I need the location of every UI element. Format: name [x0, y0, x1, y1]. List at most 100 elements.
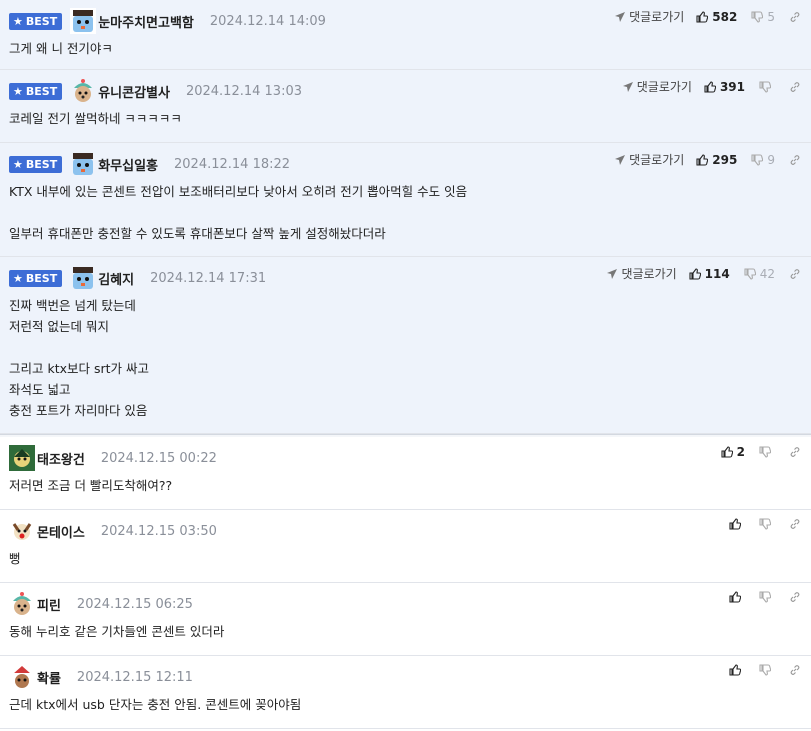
comment-text: 진짜 백번은 넘게 탔는데 저런적 없는데 뭐지 그리고 ktx보다 srt가 …: [9, 298, 150, 418]
thumbs-down-icon: [759, 446, 771, 458]
thumbs-down-icon: [759, 591, 771, 603]
link-icon[interactable]: [789, 591, 801, 603]
arrow-icon: [606, 268, 618, 280]
star-icon: ★: [13, 271, 23, 285]
comment-item: ★ BEST 화무십일홍 2024.12.14 18:22 KTX 내부에 있는 …: [0, 143, 811, 257]
thumbs-up-icon: [721, 446, 733, 458]
timestamp: 2024.12.14 18:22: [174, 156, 291, 172]
avatar[interactable]: [9, 445, 35, 471]
best-badge: ★ BEST: [9, 12, 63, 30]
link-icon[interactable]: [789, 268, 801, 280]
comment-item: 확률 2024.12.15 12:11 근데 ktx에서 usb 단자는 충전 …: [0, 656, 811, 729]
arrow-icon: [614, 154, 626, 166]
thumbs-down-icon: [759, 664, 771, 676]
thumbs-down-icon: [751, 153, 764, 166]
comment-actions: [729, 664, 801, 676]
comment-actions: 댓글로가기 391: [622, 78, 801, 95]
thumbs-up-icon: [729, 591, 741, 603]
arrow-icon: [614, 11, 626, 23]
star-icon: ★: [13, 157, 23, 171]
nickname[interactable]: 피린: [37, 595, 61, 614]
star-icon: ★: [13, 84, 23, 98]
upvote-button[interactable]: 582: [696, 10, 737, 24]
link-icon[interactable]: [789, 11, 801, 23]
nickname[interactable]: 태조왕건: [37, 449, 85, 468]
link-icon[interactable]: [789, 446, 801, 458]
timestamp: 2024.12.14 17:31: [150, 270, 267, 286]
downvote-button[interactable]: [759, 446, 775, 458]
downvote-button[interactable]: [759, 664, 775, 676]
link-icon[interactable]: [789, 518, 801, 530]
timestamp: 2024.12.15 03:50: [100, 523, 217, 539]
comment-item: ★ BEST 김혜지 2024.12.14 17:31 진짜 백번은 넘게 탔는데…: [0, 257, 811, 434]
nickname[interactable]: 김혜지: [98, 269, 134, 288]
go-to-reply-button[interactable]: 댓글로가기: [606, 265, 677, 282]
comment-text: 근데 ktx에서 usb 단자는 충전 안됨. 콘센트에 꽂아야됨: [9, 697, 302, 712]
downvote-button[interactable]: [759, 80, 775, 93]
star-icon: ★: [13, 14, 23, 28]
comment-text: 저러면 조금 더 빨리도착해여??: [9, 478, 173, 493]
thumbs-down-icon: [759, 518, 771, 530]
comment-text: 그게 왜 니 전기야ㅋ: [9, 41, 113, 56]
downvote-button[interactable]: [759, 591, 775, 603]
downvote-button[interactable]: 9: [751, 153, 775, 167]
comment-item: ★ BEST 유니콘감별사 2024.12.14 13:03 코레일 전기 쌀먹하…: [0, 70, 811, 143]
comment-text: KTX 내부에 있는 콘센트 전압이 보조배터리보다 낮아서 오히려 전기 뽑아…: [9, 184, 468, 241]
thumbs-up-icon: [729, 664, 741, 676]
downvote-button[interactable]: 5: [751, 10, 775, 24]
thumbs-up-icon: [689, 267, 701, 280]
upvote-button[interactable]: [729, 518, 745, 530]
nickname[interactable]: 유니콘감별사: [98, 82, 170, 101]
timestamp: 2024.12.15 12:11: [76, 669, 193, 685]
link-icon[interactable]: [789, 154, 801, 166]
go-to-reply-button[interactable]: 댓글로가기: [622, 78, 692, 95]
upvote-button[interactable]: 114: [689, 267, 730, 281]
avatar[interactable]: [9, 518, 35, 544]
timestamp: 2024.12.15 06:25: [76, 596, 193, 612]
upvote-button[interactable]: [729, 591, 745, 603]
go-to-reply-button[interactable]: 댓글로가기: [614, 8, 684, 25]
comment-text: 뻥: [9, 551, 21, 566]
thumbs-up-icon: [696, 10, 709, 23]
downvote-button[interactable]: [759, 518, 775, 530]
comment-text: 동해 누리호 같은 기차들엔 콘센트 있더라: [9, 624, 225, 639]
comment-actions: [729, 591, 801, 603]
comment-actions: 댓글로가기 582 5: [614, 8, 801, 25]
upvote-button[interactable]: 295: [696, 153, 737, 167]
nickname[interactable]: 몬테이스: [37, 522, 85, 541]
avatar[interactable]: [70, 151, 97, 177]
nickname[interactable]: 눈마주치면고백함: [98, 12, 194, 31]
timestamp: 2024.12.14 13:03: [185, 83, 302, 99]
best-badge: ★ BEST: [9, 269, 63, 287]
upvote-button[interactable]: 2: [721, 445, 745, 459]
downvote-button[interactable]: 42: [744, 267, 775, 281]
comment-text: 코레일 전기 쌀먹하네 ㅋㅋㅋㅋㅋ: [9, 111, 182, 126]
avatar[interactable]: [9, 591, 35, 617]
timestamp: 2024.12.15 00:22: [100, 450, 217, 466]
comment-item: 몬테이스 2024.12.15 03:50 뻥: [0, 510, 811, 583]
comment-actions: 2: [721, 445, 801, 459]
comment-item: ★ BEST 눈마주치면고백함 2024.12.14 14:09 그게 왜 니 전…: [0, 0, 811, 70]
upvote-button[interactable]: 391: [704, 80, 745, 94]
link-icon[interactable]: [789, 664, 801, 676]
avatar[interactable]: [70, 8, 97, 34]
link-icon[interactable]: [789, 81, 801, 93]
comment-actions: 댓글로가기 114 42: [606, 265, 801, 282]
avatar[interactable]: [9, 664, 35, 690]
comment-actions: [729, 518, 801, 530]
nickname[interactable]: 확률: [37, 668, 61, 687]
thumbs-up-icon: [704, 80, 716, 93]
thumbs-up-icon: [729, 518, 741, 530]
upvote-button[interactable]: [729, 664, 745, 676]
thumbs-down-icon: [744, 267, 756, 280]
arrow-icon: [622, 81, 634, 93]
comment-item: 태조왕건 2024.12.15 00:22 저러면 조금 더 빨리도착해여?? …: [0, 437, 811, 510]
go-to-reply-button[interactable]: 댓글로가기: [614, 151, 684, 168]
timestamp: 2024.12.14 14:09: [209, 13, 326, 29]
thumbs-down-icon: [759, 80, 771, 93]
avatar[interactable]: [70, 78, 97, 104]
avatar[interactable]: [70, 265, 97, 291]
nickname[interactable]: 화무십일홍: [98, 155, 158, 174]
thumbs-up-icon: [696, 153, 709, 166]
comment-item: 피린 2024.12.15 06:25 동해 누리호 같은 기차들엔 콘센트 있…: [0, 583, 811, 656]
